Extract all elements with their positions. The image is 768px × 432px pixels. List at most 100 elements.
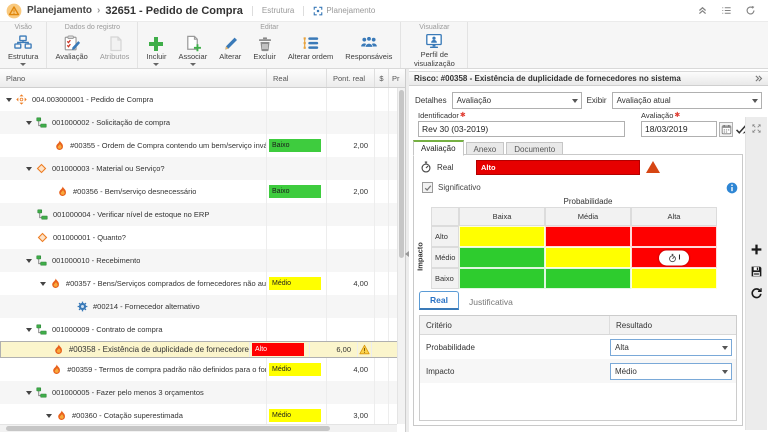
toolbar-button-label: Avaliação xyxy=(55,53,87,62)
tree-row[interactable]: 001000004 - Verificar nível de estoque n… xyxy=(0,203,405,226)
nav-link-estrutura[interactable]: Estrutura xyxy=(262,6,294,15)
tree-row[interactable]: #00358 - Existência de duplicidade de fo… xyxy=(0,341,405,358)
toolbar-button-perfil-de-visualizacao[interactable]: Perfil de visualização xyxy=(403,32,465,68)
tree-row[interactable]: 001000010 - Recebimento xyxy=(0,249,405,272)
sub-tab-real[interactable]: Real xyxy=(419,291,459,310)
chevron-down-icon xyxy=(752,99,758,103)
criteria-select-impacto[interactable]: Médio xyxy=(610,363,732,380)
expand-arrow-icon[interactable] xyxy=(26,328,32,332)
toolbar-button-responsaveis[interactable]: Responsáveis xyxy=(339,34,398,62)
tab-avaliacao[interactable]: Avaliação xyxy=(413,140,464,156)
chevron-down-icon xyxy=(572,99,578,103)
evaluation-box: Real Alto Significativo Probabilidade Im… xyxy=(413,154,743,426)
scrollbar-thumb[interactable] xyxy=(399,90,404,258)
matrix-cell-baixo-media[interactable] xyxy=(545,268,631,289)
structure-icon xyxy=(14,35,32,52)
toolbar-button-incluir[interactable]: Incluir xyxy=(140,34,172,66)
calendar-button[interactable] xyxy=(719,122,733,137)
tree-row[interactable]: 001000005 - Fazer pelo menos 3 orçamento… xyxy=(0,381,405,404)
tree-row[interactable]: 001000002 - Solicitação de compra xyxy=(0,111,405,134)
collapse-icon[interactable] xyxy=(697,5,708,16)
refresh-icon[interactable] xyxy=(745,5,756,16)
toolbar-button-estrutura[interactable]: Estrutura xyxy=(2,34,44,66)
exibir-select[interactable]: Avaliação atual xyxy=(612,92,762,109)
avaliacao-date-field: Avaliação✱ xyxy=(641,111,753,137)
expand-arrow-icon[interactable] xyxy=(26,121,32,125)
tree-row[interactable]: #00357 - Bens/Serviços comprados de forn… xyxy=(0,272,405,295)
toolbar-button-associar[interactable]: Associar xyxy=(172,34,213,66)
expand-arrow-icon[interactable] xyxy=(40,282,46,286)
toolbar-group-label: Visão xyxy=(0,22,46,33)
tree-row[interactable]: 004.003000001 - Pedido de Compra xyxy=(0,88,405,111)
scrollbar-thumb[interactable] xyxy=(6,426,330,431)
criteria-label: Probabilidade xyxy=(420,343,610,352)
vertical-scrollbar[interactable] xyxy=(397,88,405,424)
tree-row[interactable]: #00355 - Ordem de Compra contendo um bem… xyxy=(0,134,405,157)
detail-controls: Detalhes Avaliação Exibir Avaliação atua… xyxy=(415,91,762,109)
tree-row[interactable]: #00360 - Cotação superestimadaMédio3,00 xyxy=(0,404,405,424)
list-icon[interactable] xyxy=(721,5,732,16)
toolbar-button-label: Perfil de visualização xyxy=(409,51,459,68)
avaliacao-date-input[interactable] xyxy=(641,121,717,137)
expand-panel-icon[interactable] xyxy=(754,74,763,83)
tree-row[interactable]: 001000003 - Material ou Serviço? xyxy=(0,157,405,180)
nav-link-planejamento[interactable]: Planejamento xyxy=(313,6,375,16)
tree-item-label: #00355 - Ordem de Compra contendo um bem… xyxy=(70,141,266,150)
toolbar-button-alterar-ordem[interactable]: Alterar ordem xyxy=(282,34,339,62)
matrix-row-header-medio: Médio xyxy=(431,247,459,268)
expand-arrow-icon[interactable] xyxy=(46,414,52,418)
column-header-criterio: Critério xyxy=(420,316,610,334)
tree-row[interactable]: #00356 - Bem/serviço desnecessárioBaixo2… xyxy=(0,180,405,203)
matrix-cell-medio-alta[interactable]: I xyxy=(631,247,717,268)
expand-icon[interactable] xyxy=(751,123,762,134)
matrix-cell-medio-media[interactable] xyxy=(545,247,631,268)
detalhes-select[interactable]: Avaliação xyxy=(452,92,582,109)
column-header-plano[interactable]: Plano xyxy=(0,69,267,87)
expand-arrow-icon[interactable] xyxy=(6,98,12,102)
toolbar-button-alterar[interactable]: Alterar xyxy=(213,34,247,62)
decision-icon xyxy=(36,163,47,174)
matrix-cell-alto-alta[interactable] xyxy=(631,226,717,247)
required-mark: ✱ xyxy=(674,112,680,119)
criteria-select-probabilidade[interactable]: Alta xyxy=(610,339,732,356)
column-header-cost[interactable]: $ xyxy=(375,69,389,87)
matrix-cell-medio-baixa[interactable] xyxy=(459,247,545,268)
criteria-select-value: Alta xyxy=(615,343,629,352)
reload-icon[interactable] xyxy=(750,287,763,300)
toolbar-button-excluir[interactable]: Excluir xyxy=(247,34,282,62)
risk-module-logo-icon xyxy=(6,3,22,19)
pont-real-value: 2,00 xyxy=(353,187,368,196)
info-icon[interactable] xyxy=(726,182,738,194)
matrix-cell-baixo-baixa[interactable] xyxy=(459,268,545,289)
column-header-pr[interactable]: Pr xyxy=(389,69,405,87)
tree-row[interactable]: #00359 - Termos de compra padrão não def… xyxy=(0,358,405,381)
matrix-cell-baixo-alta[interactable] xyxy=(631,268,717,289)
pont-real-value: 4,00 xyxy=(353,365,368,374)
identificador-input[interactable] xyxy=(418,121,625,137)
people-icon xyxy=(360,35,378,52)
breadcrumb-module[interactable]: Planejamento xyxy=(27,5,92,16)
column-header-real[interactable]: Real xyxy=(267,69,327,87)
add-icon[interactable] xyxy=(750,243,763,256)
tree-row[interactable]: 001000009 - Contrato de compra xyxy=(0,318,405,341)
tree-row[interactable]: 001000001 - Quanto? xyxy=(0,226,405,249)
expand-arrow-icon[interactable] xyxy=(26,259,32,263)
expand-arrow-icon[interactable] xyxy=(26,167,32,171)
real-severity-bar: Alto xyxy=(476,160,640,175)
significativo-checkbox[interactable] xyxy=(422,182,433,193)
tree-item-label: 001000003 - Material ou Serviço? xyxy=(52,164,165,173)
matrix-cell-alto-media[interactable] xyxy=(545,226,631,247)
menu-caret-icon xyxy=(20,63,26,66)
matrix-cell-alto-baixa[interactable] xyxy=(459,226,545,247)
criteria-label: Impacto xyxy=(420,367,610,376)
horizontal-scrollbar[interactable] xyxy=(0,424,397,432)
save-icon[interactable] xyxy=(750,265,763,278)
gauge-icon xyxy=(420,161,432,173)
toolbar-button-avaliacao[interactable]: Avaliação xyxy=(49,34,93,62)
expand-arrow-icon[interactable] xyxy=(26,391,32,395)
toolbar-group-editar: EditarIncluirAssociarAlterarExcluirAlter… xyxy=(138,22,401,68)
tree-row[interactable]: #00214 - Fornecedor alternativo xyxy=(0,295,405,318)
tree-item-label: 001000010 - Recebimento xyxy=(52,256,140,265)
column-header-pont-real[interactable]: Pont. real xyxy=(327,69,375,87)
sub-tab-justificativa[interactable]: Justificativa xyxy=(459,294,523,310)
